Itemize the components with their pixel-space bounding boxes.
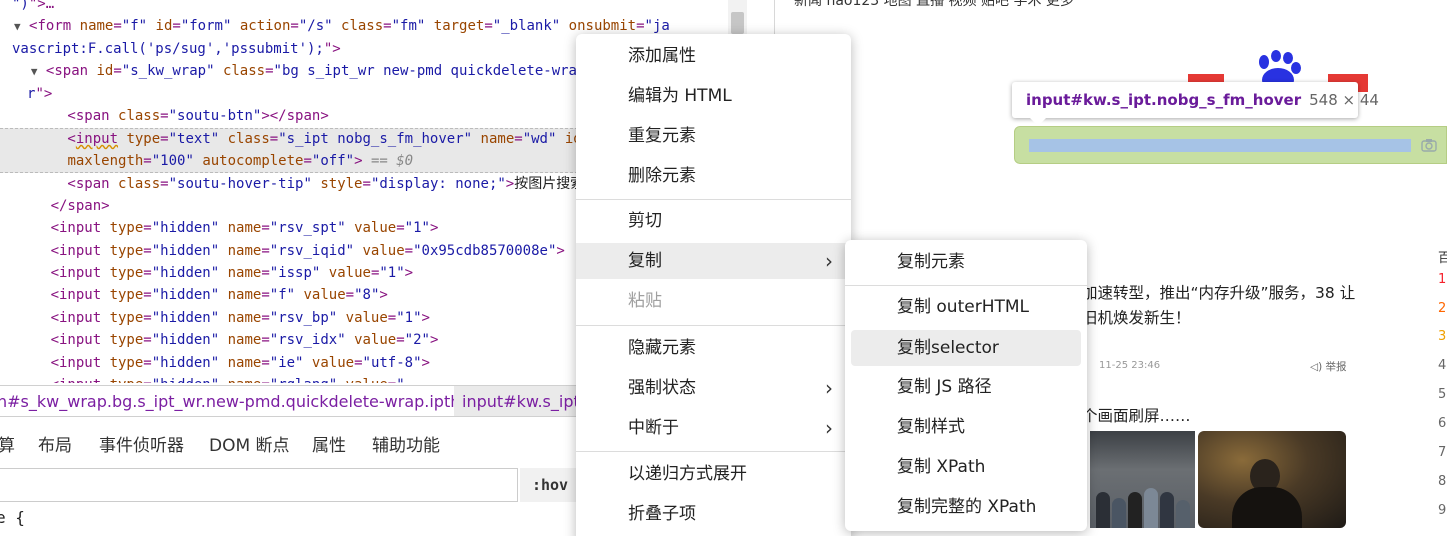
tab-layout[interactable]: 布局 [38, 431, 72, 456]
code-line-9[interactable]: </span> [0, 195, 110, 217]
chevron-right-icon: › [825, 416, 833, 440]
rank-7: 7 [1438, 445, 1447, 460]
hotlist-header: 百 [1438, 251, 1447, 266]
tab-dom-breakpoints[interactable]: DOM 断点 [209, 431, 290, 456]
submenu-copy-xpath[interactable]: 复制 XPath [845, 449, 1087, 485]
tab-computed[interactable]: 算 [0, 431, 15, 456]
code-line-16[interactable]: <input type="hidden" name="ie" value="ut… [0, 352, 430, 374]
news-item-2-text[interactable]: 个画面刷屏…… [1082, 404, 1191, 426]
news-item-text[interactable]: 加速转型，推出“内存升级”服务，38 让旧机焕发新生！ [1082, 281, 1368, 331]
menu-item-break-on-label: 中断于 [628, 418, 679, 438]
menu-separator [576, 199, 851, 200]
submenu-copy-js-path[interactable]: 复制 JS 路径 [845, 369, 1087, 405]
rank-4: 4 [1438, 358, 1447, 373]
menu-item-force-state[interactable]: 强制状态 › [576, 370, 851, 406]
breadcrumb-item-span[interactable]: n#s_kw_wrap.bg.s_ipt_wr.new-pmd.quickdel… [0, 386, 496, 416]
search-input-highlight[interactable] [1014, 126, 1447, 164]
code-line-10[interactable]: <input type="hidden" name="rsv_spt" valu… [0, 217, 439, 239]
chevron-right-icon: › [825, 376, 833, 400]
code-line-6[interactable]: <input type="text" class="s_ipt nobg_s_f… [0, 128, 623, 150]
code-line-2[interactable]: vascript:F.call('ps/sug','pssubmit');"> [12, 38, 341, 60]
submenu-copy-styles[interactable]: 复制样式 [845, 409, 1087, 445]
scrollbar-thumb[interactable] [731, 12, 744, 34]
chevron-right-icon: › [825, 249, 833, 273]
code-line-4[interactable]: r"> [27, 83, 52, 105]
menu-item-force-state-label: 强制状态 [628, 378, 696, 398]
submenu-separator [845, 285, 1087, 286]
style-rule-selector: e { [0, 508, 25, 527]
code-line-17[interactable]: <input type="hidden" name="rqlang" value… [0, 374, 405, 383]
speaker-icon: ◁) [1310, 361, 1326, 373]
code-line-13[interactable]: <input type="hidden" name="f" value="8"> [0, 284, 388, 306]
menu-item-copy-label: 复制 [628, 251, 662, 271]
menu-item-edit-as-html[interactable]: 编辑为 HTML [576, 78, 851, 114]
code-line-15[interactable]: <input type="hidden" name="rsv_idx" valu… [0, 329, 439, 351]
code-line-3[interactable]: ▼ <span id="s_kw_wrap" class="bg s_ipt_w… [14, 60, 653, 82]
top-nav[interactable]: 新闻 hao123 地图 直播 视频 贴吧 学术 更多 [794, 0, 1074, 10]
tab-accessibility[interactable]: 辅助功能 [372, 431, 440, 456]
styles-filter-input[interactable] [0, 468, 518, 502]
breadcrumb-item-input[interactable]: input#kw.s_ipt.n [454, 386, 595, 416]
code-line-5[interactable]: <span class="soutu-btn"></span> [0, 105, 328, 127]
rank-9: 9 [1438, 503, 1447, 518]
hov-toggle-button[interactable]: :hov [520, 468, 580, 502]
news-photo-person[interactable] [1198, 431, 1346, 528]
report-label: 举报 [1325, 361, 1347, 373]
rank-3: 3 [1438, 329, 1447, 344]
menu-item-cut[interactable]: 剪切 [576, 203, 851, 239]
menu-item-paste: 粘贴 [628, 291, 662, 311]
tab-properties[interactable]: 属性 [312, 431, 346, 456]
tab-event-listeners[interactable]: 事件侦听器 [99, 431, 184, 456]
news-photo-crowd[interactable] [1090, 431, 1195, 528]
search-content-box [1029, 139, 1411, 152]
code-line-12[interactable]: <input type="hidden" name="issp" value="… [0, 262, 414, 284]
rank-2: 2 [1438, 301, 1447, 316]
menu-item-expand-recursively[interactable]: 以递归方式展开 [576, 456, 851, 492]
menu-separator [576, 451, 851, 452]
code-line-14[interactable]: <input type="hidden" name="rsv_bp" value… [0, 307, 430, 329]
rank-8: 8 [1438, 474, 1447, 489]
submenu-copy-full-xpath[interactable]: 复制完整的 XPath [845, 489, 1087, 525]
camera-icon[interactable] [1420, 136, 1438, 154]
rank-6: 6 [1438, 416, 1447, 431]
inspect-tooltip: input#kw.s_ipt.nobg_s_fm_hover 548 × 44 [1012, 82, 1379, 126]
news-timestamp: 11-25 23:46 [1099, 360, 1161, 371]
rank-5: 5 [1438, 387, 1447, 402]
context-menu: 添加属性 编辑为 HTML 重复元素 删除元素 剪切 复制 › 粘贴 隐藏元素 强… [576, 34, 851, 536]
menu-item-delete[interactable]: 删除元素 [576, 158, 851, 194]
tooltip-size: 548 × 44 [1309, 91, 1379, 109]
code-line-1[interactable]: ▼ <form name="f" id="form" action="/s" c… [14, 15, 670, 37]
code-line-11[interactable]: <input type="hidden" name="rsv_iqid" val… [0, 240, 565, 262]
menu-item-duplicate[interactable]: 重复元素 [576, 118, 851, 154]
menu-item-collapse-children[interactable]: 折叠子项 [576, 496, 851, 532]
menu-separator [576, 325, 851, 326]
rank-1: 1 [1438, 272, 1447, 287]
report-link[interactable]: ◁) 举报 [1310, 359, 1347, 374]
submenu-copy-element[interactable]: 复制元素 [845, 244, 1087, 280]
tooltip-selector: input#kw.s_ipt.nobg_s_fm_hover [1026, 91, 1302, 109]
code-line-8[interactable]: <span class="soutu-hover-tip" style="dis… [0, 173, 643, 195]
menu-item-add-attribute[interactable]: 添加属性 [576, 38, 851, 74]
copy-submenu: 复制元素 复制 outerHTML 复制selector 复制 JS 路径 复制… [845, 240, 1087, 531]
menu-item-break-on[interactable]: 中断于 › [576, 410, 851, 446]
code-line-0[interactable]: ")">… [12, 0, 54, 15]
submenu-copy-outerhtml[interactable]: 复制 outerHTML [845, 289, 1087, 325]
menu-item-copy[interactable]: 复制 › [576, 243, 851, 279]
submenu-copy-selector[interactable]: 复制selector [851, 330, 1081, 366]
menu-item-hide[interactable]: 隐藏元素 [576, 330, 851, 366]
code-line-7[interactable]: maxlength="100" autocomplete="off"> == $… [0, 150, 413, 172]
